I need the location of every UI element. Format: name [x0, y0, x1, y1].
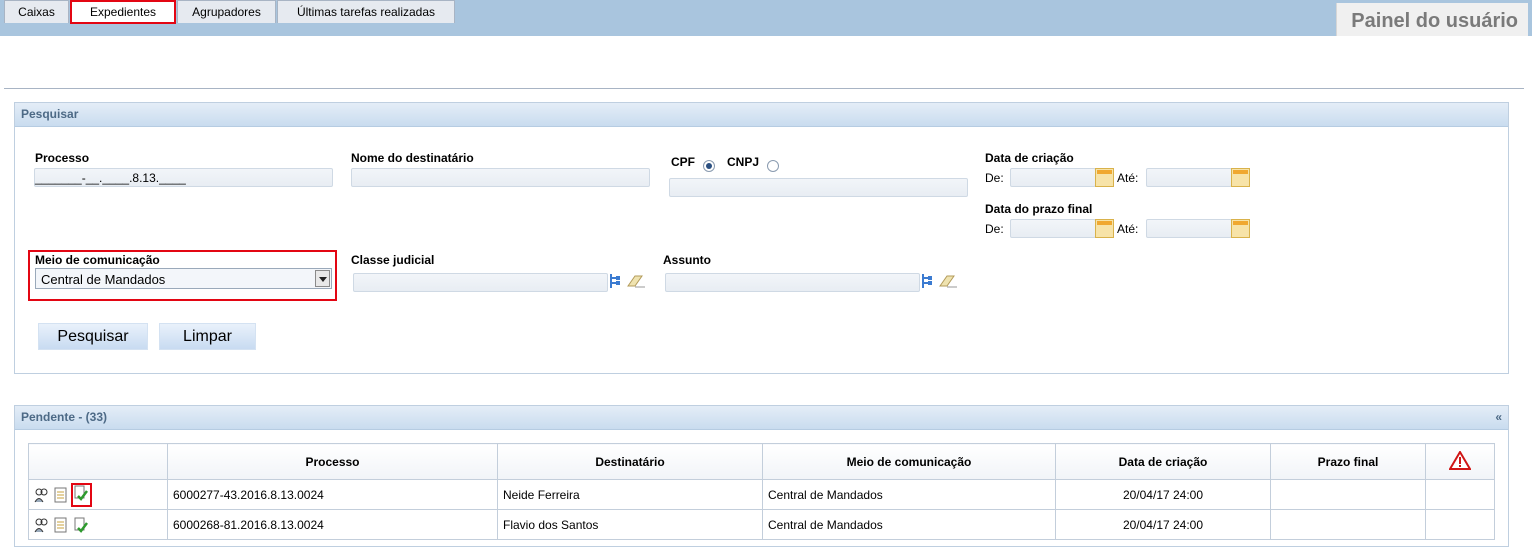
tab-caixas[interactable]: Caixas: [4, 0, 69, 23]
results-table: Processo Destinatário Meio de comunicaçã…: [28, 443, 1495, 540]
meio-comunicacao-label: Meio de comunicação: [35, 253, 160, 267]
calendar-icon[interactable]: [1095, 219, 1114, 238]
row-actions: [28, 509, 168, 540]
cell-meio: Central de Mandados: [762, 479, 1056, 510]
page-title: Painel do usuário: [1336, 3, 1528, 36]
cell-warning: [1425, 479, 1495, 510]
cell-prazo-final: [1270, 509, 1426, 540]
limpar-button[interactable]: Limpar: [159, 323, 256, 350]
pesquisar-button[interactable]: Pesquisar: [38, 323, 148, 350]
nome-destinatario-label: Nome do destinatário: [351, 151, 474, 165]
column-header-data-criacao[interactable]: Data de criação: [1055, 443, 1271, 480]
data-criacao-label: Data de criação: [985, 151, 1074, 165]
collapse-icon[interactable]: «: [1495, 406, 1502, 429]
table-row[interactable]: 6000268-81.2016.8.13.0024 Flavio dos San…: [28, 509, 1495, 540]
data-prazo-label: Data do prazo final: [985, 202, 1093, 216]
tab-baseline: [4, 88, 1524, 89]
check-document-icon[interactable]: [73, 517, 88, 533]
data-prazo-ate-label: Até:: [1117, 222, 1139, 236]
chevron-down-icon[interactable]: [315, 270, 330, 287]
cell-meio: Central de Mandados: [762, 509, 1056, 540]
cpf-radio[interactable]: [703, 160, 715, 172]
data-criacao-ate-input[interactable]: [1146, 168, 1232, 187]
check-document-icon[interactable]: [73, 485, 89, 501]
nome-destinatario-input[interactable]: [351, 168, 650, 187]
cell-destinatario: Neide Ferreira: [497, 479, 763, 510]
check-highlight: [70, 482, 92, 507]
cnpj-label: CNPJ: [727, 155, 760, 169]
table-header-row: Processo Destinatário Meio de comunicaçã…: [28, 443, 1495, 480]
column-header-prazo-final[interactable]: Prazo final: [1270, 443, 1426, 480]
assunto-label: Assunto: [663, 253, 711, 267]
processo-mask: _______-__.____.8.13.____: [35, 171, 186, 185]
data-criacao-de-input[interactable]: [1010, 168, 1096, 187]
tab-ultimas-tarefas[interactable]: Últimas tarefas realizadas: [277, 0, 455, 23]
assunto-input[interactable]: [665, 273, 920, 292]
document-icon[interactable]: [53, 487, 68, 503]
cpf-label: CPF: [671, 155, 695, 169]
table-row[interactable]: 6000277-43.2016.8.13.0024 Neide Ferreira…: [28, 479, 1495, 510]
data-criacao-de-label: De:: [985, 171, 1004, 185]
processo-label: Processo: [35, 151, 90, 165]
tab-agrupadores[interactable]: Agrupadores: [177, 0, 276, 23]
cell-processo[interactable]: 6000277-43.2016.8.13.0024: [167, 479, 498, 510]
cpf-cnpj-input[interactable]: [669, 178, 968, 197]
cell-processo[interactable]: 6000268-81.2016.8.13.0024: [167, 509, 498, 540]
cell-data-criacao: 20/04/17 24:00: [1055, 509, 1271, 540]
warning-icon: [1448, 449, 1472, 470]
eraser-icon[interactable]: [938, 274, 958, 288]
people-icon[interactable]: [34, 517, 49, 533]
tab-expedientes[interactable]: Expedientes: [70, 0, 176, 24]
cnpj-radio[interactable]: [767, 160, 779, 172]
eraser-icon[interactable]: [626, 274, 646, 288]
classe-judicial-label: Classe judicial: [351, 253, 435, 267]
cell-data-criacao: 20/04/17 24:00: [1055, 479, 1271, 510]
cell-warning: [1425, 509, 1495, 540]
data-prazo-ate-input[interactable]: [1146, 219, 1232, 238]
column-header-warning: [1425, 443, 1495, 480]
actions-column-header: [28, 443, 168, 480]
data-criacao-ate-label: Até:: [1117, 171, 1139, 185]
classe-judicial-input[interactable]: [353, 273, 608, 292]
column-header-destinatario[interactable]: Destinatário: [497, 443, 763, 480]
cell-destinatario: Flavio dos Santos: [497, 509, 763, 540]
tree-icon[interactable]: [609, 273, 623, 289]
data-prazo-de-input[interactable]: [1010, 219, 1096, 238]
meio-comunicacao-select[interactable]: Central de Mandados: [35, 268, 332, 289]
results-panel-header: Pendente - (33) «: [15, 406, 1508, 430]
data-prazo-de-label: De:: [985, 222, 1004, 236]
search-panel-header: Pesquisar: [15, 103, 1508, 127]
column-header-meio[interactable]: Meio de comunicação: [762, 443, 1056, 480]
calendar-icon[interactable]: [1231, 219, 1250, 238]
document-icon[interactable]: [53, 517, 68, 533]
tree-icon[interactable]: [921, 273, 935, 289]
meio-comunicacao-value: Central de Mandados: [41, 272, 166, 287]
calendar-icon[interactable]: [1231, 168, 1250, 187]
cell-prazo-final: [1270, 479, 1426, 510]
people-icon[interactable]: [34, 487, 49, 503]
results-header-title: Pendente - (33): [21, 410, 108, 424]
row-actions: [28, 479, 168, 510]
column-header-processo[interactable]: Processo: [167, 443, 498, 480]
calendar-icon[interactable]: [1095, 168, 1114, 187]
